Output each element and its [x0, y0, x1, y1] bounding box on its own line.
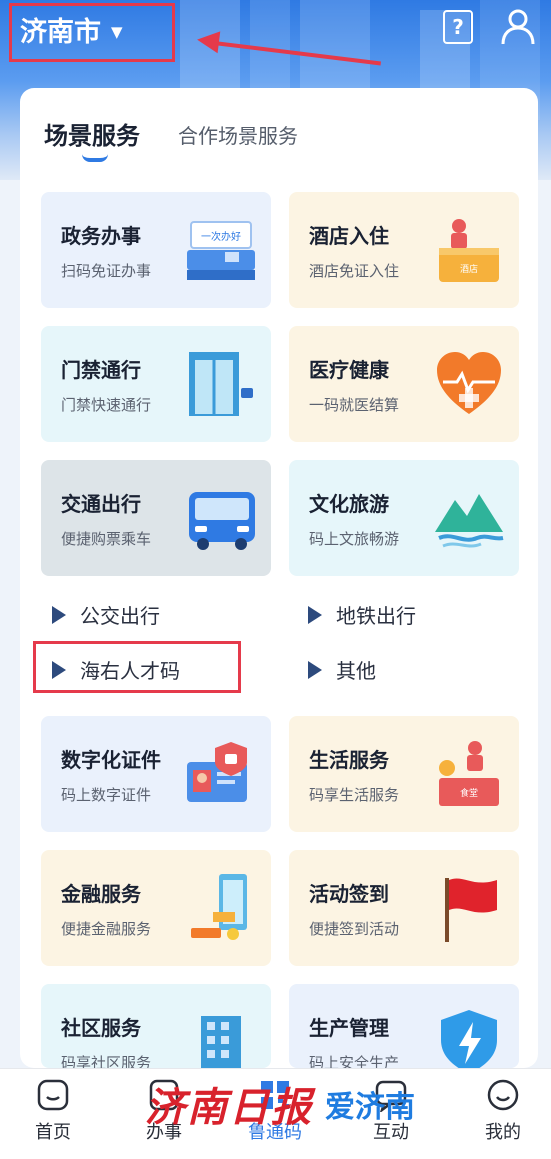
watermark-newspaper: 济南日报 — [145, 1084, 313, 1131]
nav-label: 首页 — [35, 1122, 71, 1143]
triangle-right-icon — [308, 660, 322, 679]
hotel-reception-icon: 酒店 — [433, 214, 505, 286]
sub-link-bus[interactable]: 公交出行 — [52, 600, 160, 629]
shield-bolt-icon — [433, 1006, 505, 1068]
tile-access-control[interactable]: 门禁通行 门禁快速通行 — [41, 326, 271, 442]
nav-home[interactable]: 首页 — [8, 1078, 98, 1144]
watermark: 济南日报 爱济南 — [145, 1075, 415, 1133]
flag-icon — [433, 872, 505, 944]
tile-production-management[interactable]: 生产管理 码上安全生产 — [289, 984, 519, 1072]
id-card-icon — [185, 738, 257, 810]
tile-community-service[interactable]: 社区服务 码享社区服务 — [41, 984, 271, 1072]
svg-text:食堂: 食堂 — [460, 787, 478, 799]
sub-link-metro[interactable]: 地铁出行 — [308, 600, 416, 629]
sub-link-other[interactable]: 其他 — [308, 655, 376, 684]
tab-partner-scene-service[interactable]: 合作场景服务 — [178, 120, 298, 151]
triangle-right-icon — [308, 605, 322, 624]
annotation-box-talent-code — [33, 641, 241, 693]
tile-financial-service[interactable]: 金融服务 便捷金融服务 — [41, 850, 271, 966]
home-icon — [36, 1078, 70, 1112]
mountain-icon — [433, 482, 505, 554]
svg-text:一次办好: 一次办好 — [201, 230, 241, 243]
tile-transportation[interactable]: 交通出行 便捷购票乘车 — [41, 460, 271, 576]
finance-icon — [185, 872, 257, 944]
tab-scene-service[interactable]: 场景服务 — [44, 116, 140, 162]
heart-icon — [433, 348, 505, 420]
tile-government-affairs[interactable]: 政务办事 扫码免证办事 一次办好 — [41, 192, 271, 308]
tab-bar: 场景服务 合作场景服务 — [44, 116, 298, 162]
tile-life-service[interactable]: 生活服务 码享生活服务 食堂 — [289, 716, 519, 832]
bus-icon — [185, 482, 257, 554]
user-icon[interactable] — [500, 8, 536, 46]
tile-hotel-checkin[interactable]: 酒店入住 酒店免证入住 酒店 — [289, 192, 519, 308]
tile-culture-tourism[interactable]: 文化旅游 码上文旅畅游 — [289, 460, 519, 576]
annotation-arrow-head — [195, 28, 221, 54]
watermark-app: 爱济南 — [325, 1090, 415, 1125]
sub-link-label: 地铁出行 — [336, 604, 416, 628]
building-icon — [185, 1006, 257, 1068]
annotation-box-city — [9, 3, 175, 62]
nav-label: 我的 — [485, 1122, 521, 1143]
svg-text:酒店: 酒店 — [460, 263, 478, 275]
help-icon[interactable]: ? — [443, 10, 473, 44]
service-counter-icon: 一次办好 — [185, 214, 257, 286]
nav-mine[interactable]: 我的 — [458, 1078, 548, 1144]
sub-link-label: 其他 — [336, 659, 376, 683]
tile-digital-id[interactable]: 数字化证件 码上数字证件 — [41, 716, 271, 832]
tile-medical-health[interactable]: 医疗健康 一码就医结算 — [289, 326, 519, 442]
grocery-icon: 食堂 — [433, 738, 505, 810]
door-gate-icon — [185, 348, 257, 420]
sub-link-label: 公交出行 — [80, 604, 160, 628]
triangle-right-icon — [52, 605, 66, 624]
active-tab-indicator — [82, 154, 108, 162]
tile-activity-checkin[interactable]: 活动签到 便捷签到活动 — [289, 850, 519, 966]
smile-icon — [486, 1078, 520, 1112]
